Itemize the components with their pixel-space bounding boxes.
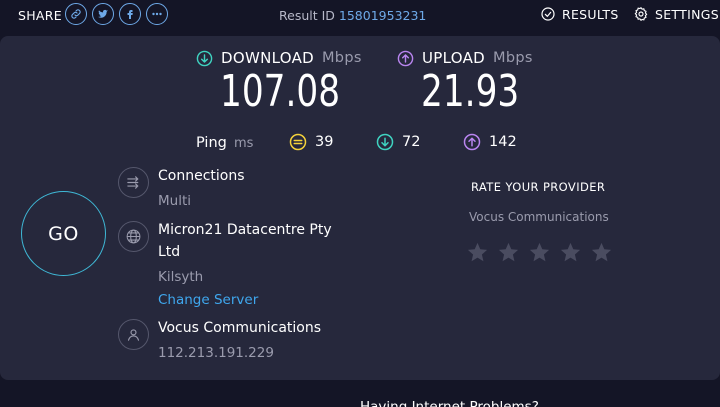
download-label: DOWNLOAD bbox=[221, 49, 314, 67]
user-icon bbox=[118, 319, 149, 350]
gear-icon bbox=[634, 7, 648, 21]
result-id-number[interactable]: 15801953231 bbox=[339, 8, 426, 23]
ping-download-icon bbox=[376, 133, 394, 151]
ping-download: 72 bbox=[376, 133, 420, 151]
check-circle-icon bbox=[541, 7, 555, 21]
star-icon-5[interactable] bbox=[590, 241, 613, 264]
settings-label: SETTINGS bbox=[655, 6, 719, 22]
rating-stars bbox=[466, 241, 613, 264]
rate-provider-name: Vocus Communications bbox=[469, 210, 609, 224]
results-label: RESULTS bbox=[562, 6, 619, 22]
server-name-line2: Ltd bbox=[158, 244, 181, 260]
result-id: Result ID 15801953231 bbox=[279, 8, 426, 23]
ping-upload: 142 bbox=[463, 133, 517, 151]
twitter-icon[interactable] bbox=[92, 3, 114, 25]
top-bar: SHARE Result ID 15801953231 RESULTS SETT… bbox=[0, 0, 720, 32]
download-unit: Mbps bbox=[322, 50, 362, 66]
upload-header: UPLOAD Mbps bbox=[397, 49, 533, 67]
share-label: SHARE bbox=[18, 8, 62, 23]
star-icon-2[interactable] bbox=[497, 241, 520, 264]
isp-name: Vocus Communications bbox=[158, 320, 322, 336]
settings-button[interactable]: SETTINGS bbox=[633, 6, 719, 22]
facebook-icon[interactable] bbox=[119, 3, 141, 25]
connections-icon bbox=[118, 167, 149, 198]
connections-title: Connections bbox=[158, 168, 245, 184]
download-header: DOWNLOAD Mbps bbox=[196, 49, 362, 67]
go-button[interactable]: GO bbox=[21, 191, 106, 276]
ping-upload-icon bbox=[463, 133, 481, 151]
isp-ip: 112.213.191.229 bbox=[158, 345, 274, 361]
globe-icon bbox=[118, 221, 149, 252]
upload-unit: Mbps bbox=[493, 50, 533, 66]
ping-upload-value: 142 bbox=[489, 134, 517, 150]
ping-unit: ms bbox=[234, 136, 254, 151]
download-value: 107.08 bbox=[220, 66, 341, 117]
result-id-label: Result ID bbox=[279, 8, 335, 23]
star-icon-3[interactable] bbox=[528, 241, 551, 264]
star-icon-1[interactable] bbox=[466, 241, 489, 264]
upload-label: UPLOAD bbox=[422, 49, 486, 67]
link-icon[interactable] bbox=[65, 3, 87, 25]
change-server-link[interactable]: Change Server bbox=[158, 292, 258, 308]
ping-download-value: 72 bbox=[402, 134, 421, 150]
results-button[interactable]: RESULTS bbox=[540, 6, 619, 22]
upload-arrow-icon bbox=[397, 50, 414, 66]
ping-idle-icon bbox=[289, 133, 307, 151]
server-location: Kilsyth bbox=[158, 269, 204, 285]
more-icon[interactable] bbox=[146, 3, 168, 25]
internet-problems-heading: Having Internet Problems? bbox=[360, 399, 539, 407]
upload-value: 21.93 bbox=[421, 66, 520, 117]
download-arrow-icon bbox=[196, 50, 213, 66]
connections-value[interactable]: Multi bbox=[158, 193, 191, 209]
ping-idle-value: 39 bbox=[315, 134, 334, 150]
star-icon-4[interactable] bbox=[559, 241, 582, 264]
rate-provider-title: RATE YOUR PROVIDER bbox=[471, 180, 606, 194]
ping-label: Ping bbox=[196, 135, 227, 151]
server-name-line1: Micron21 Datacentre Pty bbox=[158, 222, 332, 238]
results-panel bbox=[0, 36, 720, 380]
ping-idle: 39 bbox=[289, 133, 333, 151]
